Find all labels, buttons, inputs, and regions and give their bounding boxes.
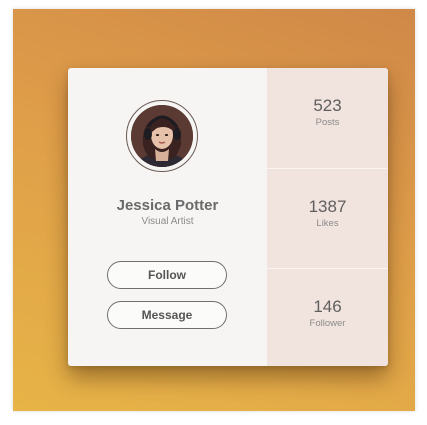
stat-followers-value: 146	[313, 297, 342, 316]
message-button[interactable]: Message	[107, 301, 227, 329]
avatar	[131, 105, 193, 167]
stat-followers-label: Follower	[309, 318, 346, 329]
stat-likes-label: Likes	[316, 218, 339, 229]
stat-followers: 146 Follower	[267, 268, 388, 366]
stat-likes-value: 1387	[308, 197, 347, 216]
stats-panel: 523 Posts 1387 Likes 146 Follower	[267, 68, 388, 366]
background-frame: Jessica Potter Visual Artist Follow Mess…	[13, 9, 415, 411]
profile-section: Jessica Potter Visual Artist Follow Mess…	[68, 68, 267, 366]
stat-posts: 523 Posts	[267, 68, 388, 166]
profile-name: Jessica Potter	[116, 197, 219, 214]
stat-likes: 1387 Likes	[267, 168, 388, 267]
avatar-ring	[126, 100, 198, 172]
stat-posts-label: Posts	[315, 117, 340, 128]
stat-posts-value: 523	[313, 96, 342, 115]
follow-button[interactable]: Follow	[107, 261, 227, 289]
profile-card: Jessica Potter Visual Artist Follow Mess…	[68, 68, 388, 366]
profile-role: Visual Artist	[141, 216, 194, 227]
